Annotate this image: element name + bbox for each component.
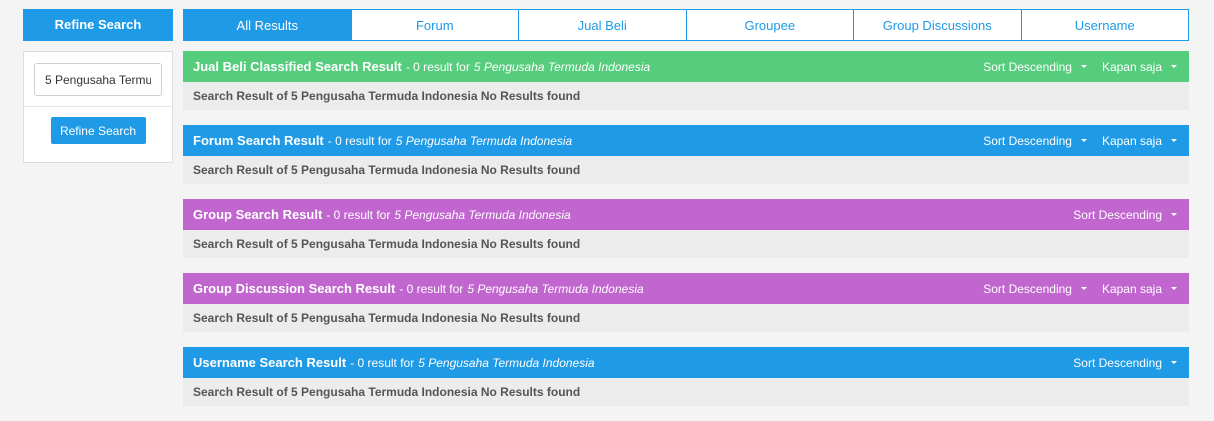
time-filter-label: Kapan saja [1101, 133, 1162, 148]
time-filter-dropdown[interactable]: Kapan saja [1102, 60, 1177, 74]
caret-down-icon [1171, 213, 1177, 216]
section-header: Forum Search Result - 0 result for 5 Pen… [183, 125, 1189, 156]
result-count: - 0 result for [327, 133, 392, 148]
tab-groupee[interactable]: Groupee [685, 9, 854, 41]
refine-search-panel: Refine Search [23, 51, 173, 163]
search-query: 5 Pengusaha Termuda Indonesia [394, 207, 571, 222]
sort-label: Sort Descending [1073, 355, 1162, 370]
section-header: Group Search Result - 0 result for 5 Pen… [183, 199, 1189, 230]
result-tabs: All Results Forum Jual Beli Groupee Grou… [183, 9, 1189, 41]
result-count: - 0 result for [350, 355, 415, 370]
group-result-section: Group Search Result - 0 result for 5 Pen… [183, 199, 1189, 258]
refine-sidebar: Refine Search Refine Search [23, 9, 173, 163]
sort-dropdown[interactable]: Sort Descending [983, 282, 1087, 296]
results-list: Jual Beli Classified Search Result - 0 r… [183, 51, 1189, 421]
sort-label: Sort Descending [983, 281, 1072, 296]
tab-group-discussions[interactable]: Group Discussions [853, 9, 1022, 41]
username-result-section: Username Search Result - 0 result for 5 … [183, 347, 1189, 406]
search-query: 5 Pengusaha Termuda Indonesia [418, 355, 595, 370]
sort-dropdown[interactable]: Sort Descending [1073, 208, 1177, 222]
refine-search-header: Refine Search [23, 9, 173, 41]
time-filter-label: Kapan saja [1101, 59, 1162, 74]
no-results-message: Search Result of 5 Pengusaha Termuda Ind… [183, 82, 1189, 110]
result-count: - 0 result for [399, 281, 464, 296]
refine-search-button[interactable]: Refine Search [50, 117, 146, 144]
sort-label: Sort Descending [983, 59, 1072, 74]
caret-down-icon [1080, 139, 1087, 142]
no-results-message: Search Result of 5 Pengusaha Termuda Ind… [183, 378, 1189, 406]
search-query: 5 Pengusaha Termuda Indonesia [473, 59, 651, 74]
caret-down-icon [1171, 287, 1177, 290]
section-title: Forum Search Result [193, 133, 324, 148]
tab-all-results[interactable]: All Results [183, 9, 352, 41]
time-filter-label: Kapan saja [1101, 281, 1162, 296]
result-count: - 0 result for [326, 207, 391, 222]
section-title: Jual Beli Classified Search Result [193, 59, 402, 74]
time-filter-dropdown[interactable]: Kapan saja [1102, 134, 1177, 148]
forum-result-section: Forum Search Result - 0 result for 5 Pen… [183, 125, 1189, 184]
section-title: Group Search Result [193, 207, 323, 222]
jual-beli-result-section: Jual Beli Classified Search Result - 0 r… [183, 51, 1189, 110]
group-discussion-result-section: Group Discussion Search Result - 0 resul… [183, 273, 1189, 332]
result-count: - 0 result for [405, 59, 470, 74]
sort-dropdown[interactable]: Sort Descending [983, 60, 1087, 74]
time-filter-dropdown[interactable]: Kapan saja [1102, 282, 1177, 296]
caret-down-icon [1080, 65, 1087, 68]
no-results-message: Search Result of 5 Pengusaha Termuda Ind… [183, 156, 1189, 184]
caret-down-icon [1171, 139, 1177, 142]
tab-username[interactable]: Username [1020, 9, 1189, 41]
sort-dropdown[interactable]: Sort Descending [1073, 356, 1177, 370]
search-query: 5 Pengusaha Termuda Indonesia [467, 281, 644, 296]
caret-down-icon [1171, 65, 1177, 68]
tab-jual-beli[interactable]: Jual Beli [518, 9, 687, 41]
caret-down-icon [1080, 287, 1087, 290]
divider [24, 106, 172, 107]
sort-dropdown[interactable]: Sort Descending [983, 134, 1087, 148]
search-input[interactable] [34, 63, 162, 96]
tab-forum[interactable]: Forum [350, 9, 519, 41]
no-results-message: Search Result of 5 Pengusaha Termuda Ind… [183, 230, 1189, 258]
search-query: 5 Pengusaha Termuda Indonesia [395, 133, 573, 148]
section-header: Group Discussion Search Result - 0 resul… [183, 273, 1189, 304]
sort-label: Sort Descending [983, 133, 1072, 148]
caret-down-icon [1171, 361, 1177, 364]
no-results-message: Search Result of 5 Pengusaha Termuda Ind… [183, 304, 1189, 332]
section-title: Username Search Result [193, 355, 347, 370]
section-header: Username Search Result - 0 result for 5 … [183, 347, 1189, 378]
section-header: Jual Beli Classified Search Result - 0 r… [183, 51, 1189, 82]
section-title: Group Discussion Search Result [193, 281, 396, 296]
sort-label: Sort Descending [1073, 207, 1162, 222]
